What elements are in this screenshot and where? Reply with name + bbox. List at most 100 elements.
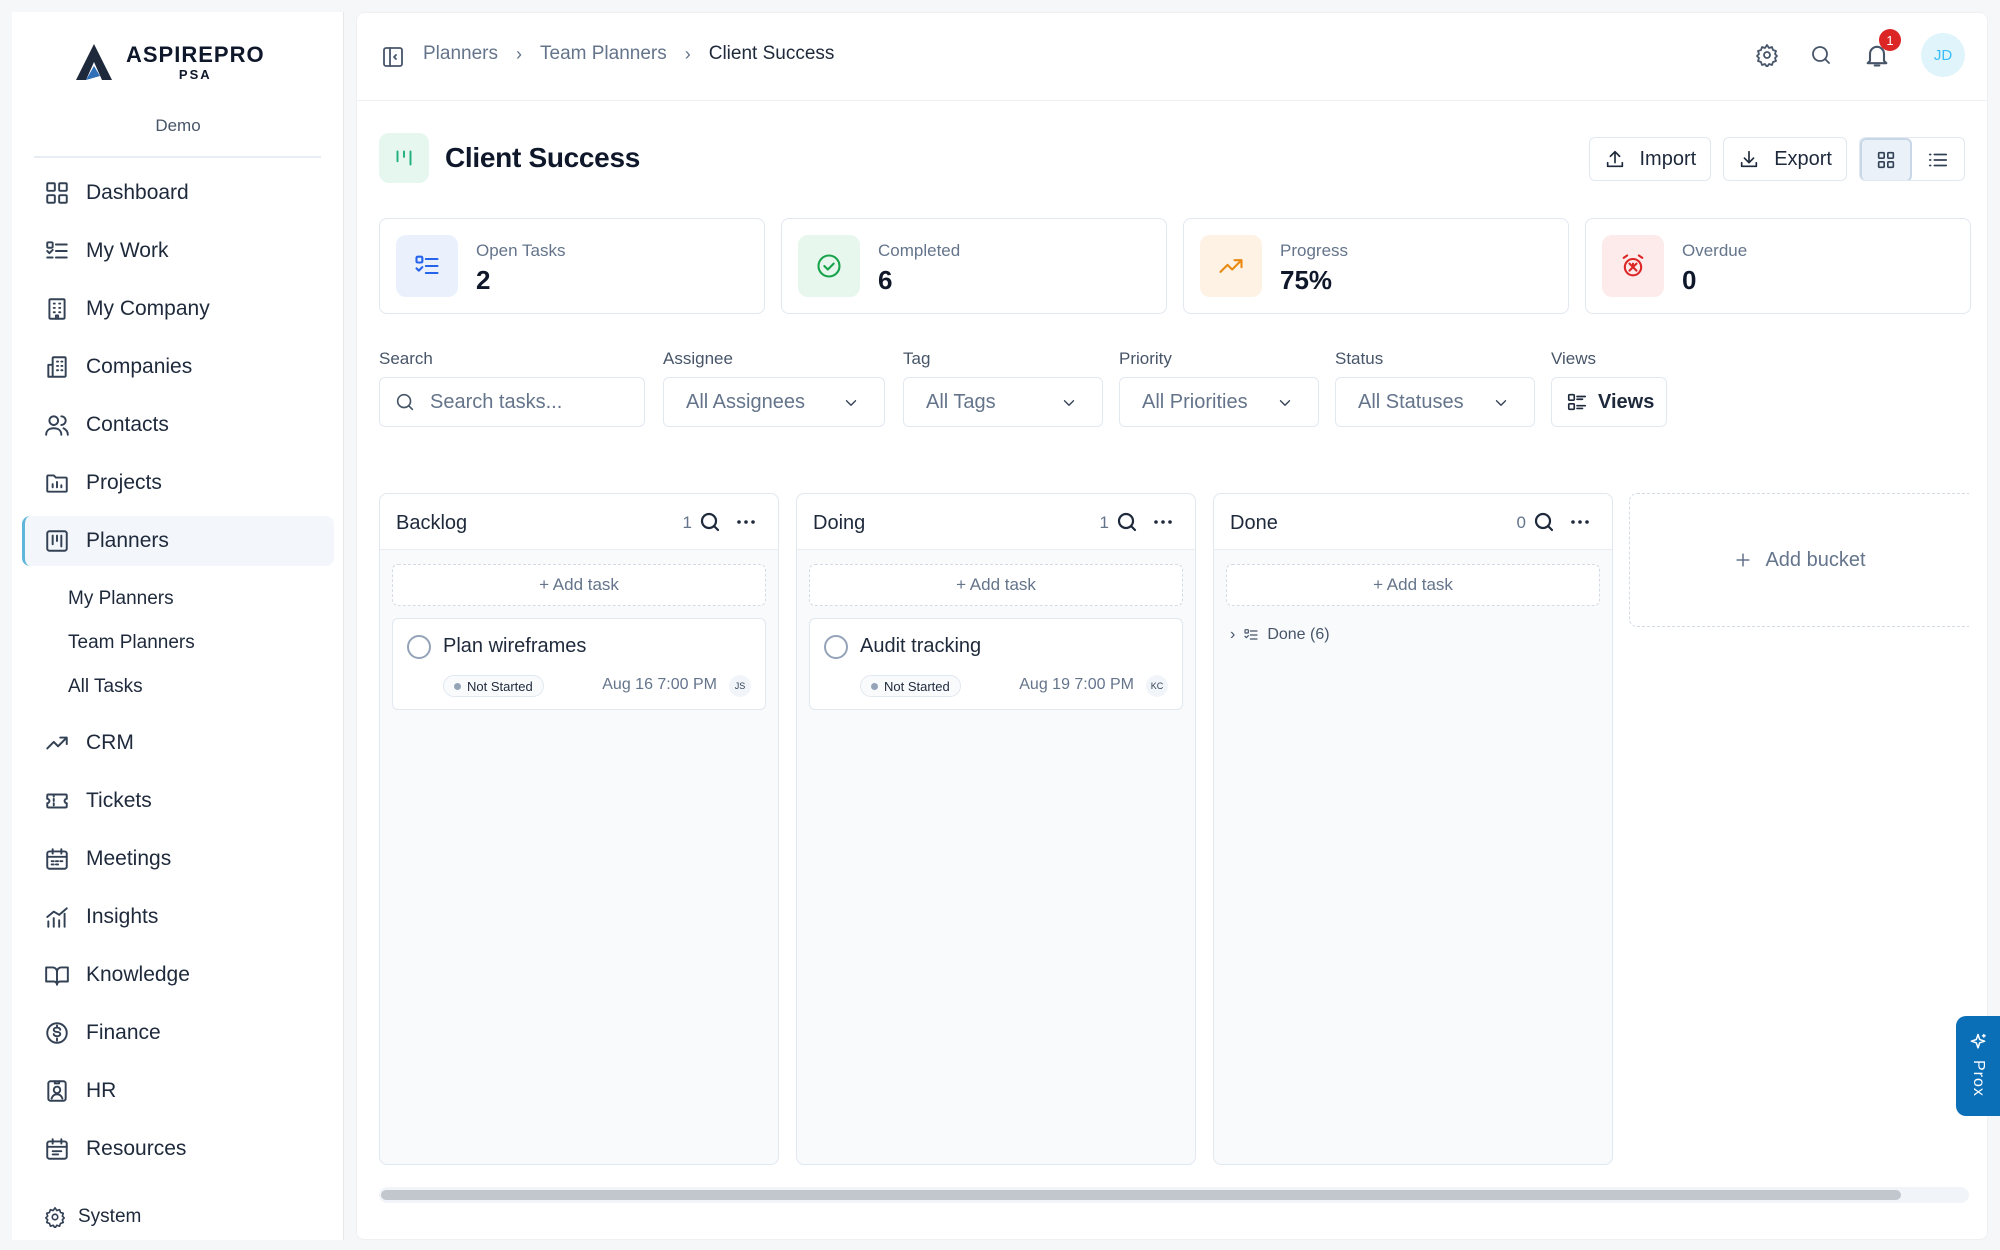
sidebar-item-meetings[interactable]: Meetings: [22, 834, 344, 884]
grid-icon: [1875, 149, 1897, 171]
sidebar-item-planners[interactable]: Planners: [22, 516, 334, 566]
assignee-select[interactable]: All Assignees: [663, 377, 885, 427]
breadcrumb-team-planners[interactable]: Team Planners: [540, 43, 667, 65]
chevron-down-icon: [1276, 394, 1294, 412]
stat-value: 0: [1682, 265, 1697, 295]
plus-icon: [1733, 550, 1753, 570]
settings-gear-icon[interactable]: [1755, 43, 1779, 67]
brand-logo[interactable]: ASPIREPRO PSA: [72, 40, 265, 84]
stat-progress: Progress 75%: [1183, 218, 1569, 314]
add-task-button[interactable]: + Add task: [1226, 564, 1600, 606]
trending-up-icon: [44, 730, 70, 756]
dollar-icon: [44, 1020, 70, 1046]
board-view-button[interactable]: [1860, 138, 1912, 180]
more-horizontal-icon[interactable]: [1568, 510, 1592, 534]
sidebar-item-knowledge[interactable]: Knowledge: [22, 950, 344, 1000]
sidebar-item-insights[interactable]: Insights: [22, 892, 344, 942]
search-icon[interactable]: [1115, 510, 1139, 534]
sidebar-subitem-team-planners[interactable]: Team Planners: [68, 632, 195, 654]
done-tasks-toggle[interactable]: › Done (6): [1230, 626, 1330, 644]
bucket-title[interactable]: Doing: [813, 512, 865, 535]
status-label: Status: [1335, 349, 1384, 368]
search-icon[interactable]: [1532, 510, 1556, 534]
kanban-icon: [379, 133, 429, 183]
list-check-icon: [44, 238, 70, 264]
import-button[interactable]: Import: [1588, 137, 1712, 181]
sidebar-item-resources[interactable]: Resources: [22, 1124, 344, 1174]
sidebar-toggle-icon[interactable]: [381, 45, 405, 69]
add-task-button[interactable]: + Add task: [392, 564, 766, 606]
priority-select[interactable]: All Priorities: [1119, 377, 1319, 427]
task-complete-checkbox[interactable]: [824, 635, 848, 659]
search-field[interactable]: Search tasks...: [379, 377, 645, 427]
sidebar-item-label: Resources: [86, 1137, 187, 1160]
status-select[interactable]: All Statuses: [1335, 377, 1535, 427]
export-button[interactable]: Export: [1723, 137, 1847, 181]
bucket-title[interactable]: Backlog: [396, 512, 467, 535]
chevron-down-icon: [1492, 394, 1510, 412]
assignee-label: Assignee: [663, 349, 733, 368]
search-icon[interactable]: [698, 510, 722, 534]
building-icon: [44, 296, 70, 322]
top-bar: Planners › Team Planners › Client Succes…: [357, 13, 1987, 101]
search-icon[interactable]: [1809, 43, 1833, 67]
sidebar-item-tickets[interactable]: Tickets: [22, 776, 344, 826]
users-icon: [44, 412, 70, 438]
sidebar-item-contacts[interactable]: Contacts: [22, 400, 344, 450]
id-badge-icon: [44, 1078, 70, 1104]
add-bucket-button[interactable]: Add bucket: [1629, 493, 1969, 627]
ai-assistant-tab[interactable]: Prox: [1956, 1016, 2000, 1116]
sidebar-item-label: Projects: [86, 471, 162, 494]
search-label: Search: [379, 349, 433, 368]
task-complete-checkbox[interactable]: [407, 635, 431, 659]
sidebar-item-my-company[interactable]: My Company: [22, 284, 344, 334]
sidebar-item-system[interactable]: System: [22, 1192, 344, 1242]
list-check-icon: [413, 252, 441, 280]
calendar-grid-icon: [44, 1136, 70, 1162]
breadcrumb-planners[interactable]: Planners: [423, 43, 498, 65]
stat-icon-box: [798, 235, 860, 297]
sidebar-item-dashboard[interactable]: Dashboard: [22, 168, 344, 218]
brand-sub: PSA: [178, 66, 212, 82]
sidebar-item-hr[interactable]: HR: [22, 1066, 344, 1116]
sidebar-item-my-work[interactable]: My Work: [22, 226, 344, 276]
sidebar-item-label: Tickets: [86, 789, 152, 812]
sidebar-item-label: Meetings: [86, 847, 172, 870]
sidebar-item-crm[interactable]: CRM: [22, 718, 344, 768]
user-avatar[interactable]: JD: [1921, 33, 1965, 77]
stat-value: 6: [878, 265, 893, 295]
sparkles-icon: [1968, 1032, 1988, 1052]
page-header: Client Success: [379, 133, 640, 183]
gear-icon: [44, 1206, 66, 1228]
task-card[interactable]: Plan wireframes Not Started Aug 16 7:00 …: [392, 618, 766, 710]
sidebar-item-label: My Company: [86, 297, 210, 320]
sidebar-subitem-all-tasks[interactable]: All Tasks: [68, 676, 143, 698]
notifications-button[interactable]: 1: [1863, 29, 1901, 69]
trending-up-icon: [1217, 252, 1245, 280]
more-horizontal-icon[interactable]: [1151, 510, 1175, 534]
stat-value: 2: [476, 265, 491, 295]
bucket-title[interactable]: Done: [1230, 512, 1278, 535]
stat-icon-box: [396, 235, 458, 297]
task-card[interactable]: Audit tracking Not Started Aug 19 7:00 P…: [809, 618, 1183, 710]
sidebar-divider: [34, 156, 321, 158]
header-actions: Import Export: [1588, 137, 1965, 181]
list-view-button[interactable]: [1912, 138, 1964, 180]
stat-label: Overdue: [1682, 241, 1748, 260]
stat-label: Completed: [878, 241, 961, 260]
search-input[interactable]: Search tasks...: [430, 391, 562, 414]
horizontal-scrollbar[interactable]: [379, 1187, 1969, 1203]
more-horizontal-icon[interactable]: [734, 510, 758, 534]
sidebar-subitem-my-planners[interactable]: My Planners: [68, 588, 174, 610]
buildings-icon: [44, 354, 70, 380]
tag-select[interactable]: All Tags: [903, 377, 1103, 427]
bucket-done: Done 0 + Add task › Done (6): [1213, 493, 1613, 1165]
views-button[interactable]: Views: [1551, 377, 1667, 427]
sidebar-item-projects[interactable]: Projects: [22, 458, 344, 508]
sidebar-item-companies[interactable]: Companies: [22, 342, 344, 392]
sidebar-item-finance[interactable]: Finance: [22, 1008, 344, 1058]
alarm-clock-icon: [1619, 252, 1647, 280]
scrollbar-thumb[interactable]: [381, 1190, 1901, 1200]
status-text: Not Started: [467, 678, 533, 694]
add-task-button[interactable]: + Add task: [809, 564, 1183, 606]
